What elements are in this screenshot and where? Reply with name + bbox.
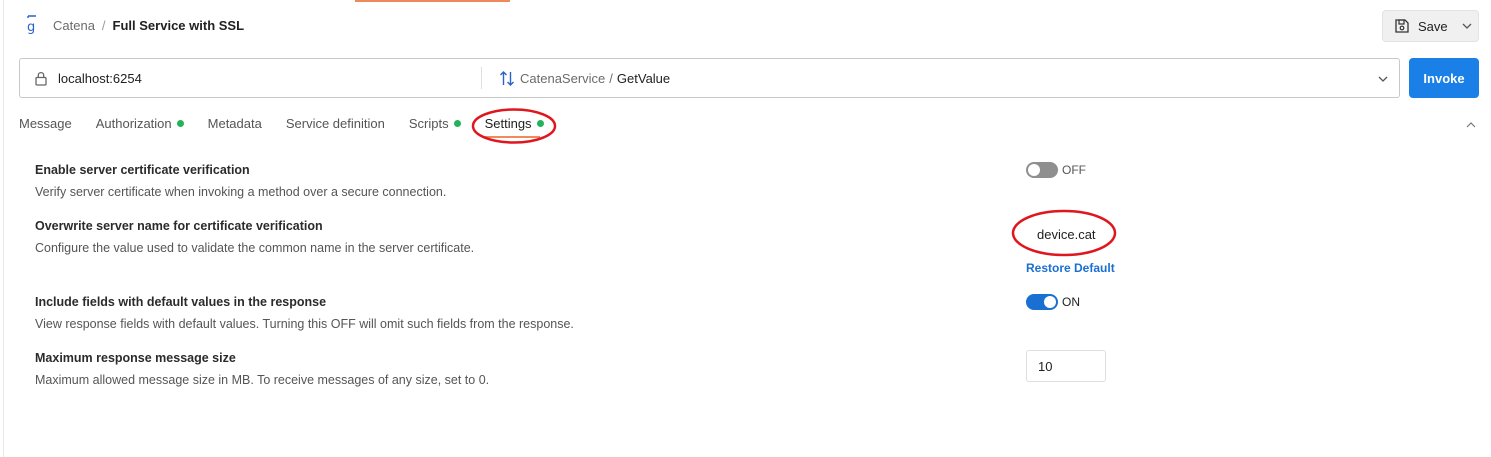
tab-label: Scripts	[408, 115, 449, 131]
annotation-circle	[471, 108, 557, 144]
toggle-knob	[1044, 296, 1056, 308]
tab-label: Service definition	[285, 115, 385, 131]
status-dot	[453, 119, 461, 127]
request-header: g Catena / Full Service with SSL Save	[0, 0, 1491, 52]
server-url-input[interactable]: localhost:6254	[58, 71, 142, 86]
toggle-knob	[1028, 164, 1040, 176]
toggle-state-label: OFF	[1062, 163, 1086, 177]
setting-title: Enable server certificate verification	[35, 163, 250, 177]
tab-scripts[interactable]: Scripts	[409, 116, 461, 131]
tab-service-definition[interactable]: Service definition	[286, 116, 385, 131]
url-divider	[481, 67, 482, 89]
floppy-disk-icon	[1394, 18, 1410, 34]
breadcrumb-collection[interactable]: Catena	[53, 18, 95, 33]
setting-title: Overwrite server name for certificate ve…	[35, 219, 323, 233]
method-name: GetValue	[616, 71, 671, 86]
unary-method-icon	[499, 70, 515, 87]
service-name: CatenaService	[520, 71, 606, 86]
tab-label: Message	[19, 115, 72, 131]
tab-authorization[interactable]: Authorization	[96, 116, 184, 131]
setting-description: Maximum allowed message size in MB. To r…	[35, 373, 490, 387]
status-dot	[176, 119, 184, 127]
frame-border	[3, 0, 4, 457]
restore-default-link[interactable]: Restore Default	[1026, 261, 1115, 275]
save-label: Save	[1418, 19, 1448, 34]
default-values-toggle[interactable]	[1026, 294, 1058, 310]
annotation-circle	[1011, 209, 1117, 257]
chevron-down-icon[interactable]	[1377, 72, 1389, 84]
invoke-button[interactable]: Invoke	[1409, 58, 1479, 98]
cert-verification-toggle[interactable]	[1026, 162, 1058, 178]
breadcrumb: Catena / Full Service with SSL	[53, 18, 244, 33]
setting-title: Maximum response message size	[35, 351, 236, 365]
method-separator: /	[609, 71, 613, 86]
save-button[interactable]: Save	[1382, 10, 1479, 42]
max-message-size-input[interactable]: 10	[1026, 350, 1106, 382]
setting-description: Configure the value used to validate the…	[35, 241, 475, 255]
svg-text:g: g	[27, 20, 35, 35]
toggle-state-label: ON	[1062, 295, 1080, 309]
tab-metadata[interactable]: Metadata	[208, 116, 262, 131]
chevron-down-icon[interactable]	[1461, 19, 1473, 33]
url-bar: localhost:6254 CatenaService / GetValue	[19, 58, 1400, 98]
lock-icon	[34, 71, 48, 86]
breadcrumb-separator: /	[101, 18, 106, 33]
setting-description: Verify server certificate when invoking …	[35, 185, 447, 199]
setting-title: Include fields with default values in th…	[35, 295, 327, 309]
request-title[interactable]: Full Service with SSL	[113, 18, 244, 33]
setting-description: View response fields with default values…	[35, 317, 574, 331]
method-selector[interactable]: CatenaService / GetValue	[520, 71, 670, 86]
tab-message[interactable]: Message	[19, 116, 72, 131]
chevron-up-icon[interactable]	[1465, 117, 1477, 128]
grpc-logo-icon: g	[24, 15, 40, 35]
tab-label: Authorization	[95, 115, 172, 131]
tab-label: Metadata	[207, 115, 262, 131]
